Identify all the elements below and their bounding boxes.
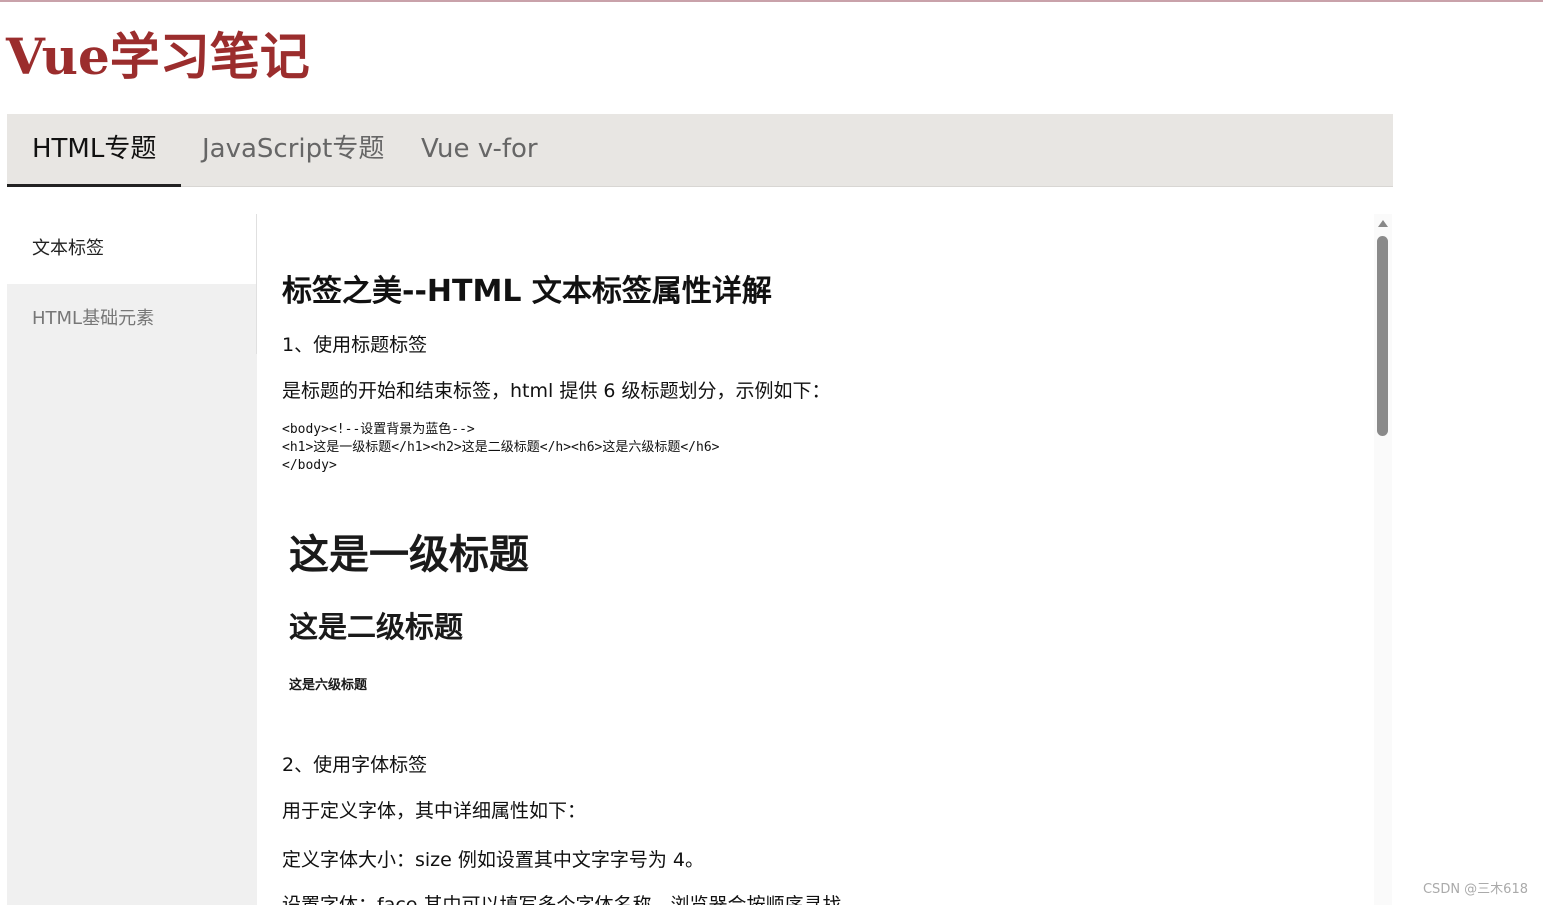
content-divider (256, 214, 257, 354)
code-line: </body> (282, 458, 337, 473)
demo-h2-heading: 这是二级标题 (289, 610, 464, 644)
code-example: <body><!--设置背景为蓝色--> <h1>这是一级标题</h1><h2>这… (282, 421, 720, 475)
demo-h6-heading: 这是六级标题 (289, 678, 368, 693)
tab-html[interactable]: HTML专题 (6, 114, 182, 187)
article-title: 标签之美--HTML 文本标签属性详解 (282, 274, 772, 309)
font-size-description: 定义字体大小：size 例如设置其中文字字号为 4。 (282, 849, 705, 871)
section1-heading: 1、使用标题标签 (282, 334, 428, 356)
sidebar-item-html-basics[interactable]: HTML基础元素 (7, 284, 257, 354)
section2-description: 用于定义字体，其中详细属性如下： (282, 800, 587, 822)
top-border-line (0, 0, 1543, 2)
section1-description: 是标题的开始和结束标签，html 提供 6 级标题划分，示例如下： (282, 380, 831, 402)
tab-vue-v-for[interactable]: Vue v-for (421, 114, 538, 186)
sidebar-item-text-tags[interactable]: 文本标签 (7, 214, 257, 284)
code-line: <h1>这是一级标题</h1><h2>这是二级标题</h><h6>这是六级标题<… (282, 440, 720, 455)
tab-javascript[interactable]: JavaScript专题 (202, 114, 384, 186)
font-face-description: 设置字体：face 其中可以填写多个字体名称，浏览器会按顺序寻找 (282, 894, 842, 905)
scroll-up-arrow-icon[interactable] (1378, 220, 1388, 227)
site-title: Vue学习笔记 (6, 27, 310, 86)
content-scrollbar[interactable] (1374, 214, 1392, 905)
sidebar: 文本标签 HTML基础元素 (7, 214, 257, 905)
article-content: 标签之美--HTML 文本标签属性详解 1、使用标题标签 是标题的开始和结束标签… (282, 214, 1372, 905)
top-nav-bar: HTML专题 JavaScript专题 Vue v-for (6, 114, 1393, 187)
scroll-thumb[interactable] (1377, 236, 1388, 436)
section2-heading: 2、使用字体标签 (282, 754, 428, 776)
watermark: CSDN @三木618 (1422, 882, 1528, 897)
demo-h1-heading: 这是一级标题 (289, 531, 529, 578)
code-line: <body><!--设置背景为蓝色--> (282, 422, 475, 437)
